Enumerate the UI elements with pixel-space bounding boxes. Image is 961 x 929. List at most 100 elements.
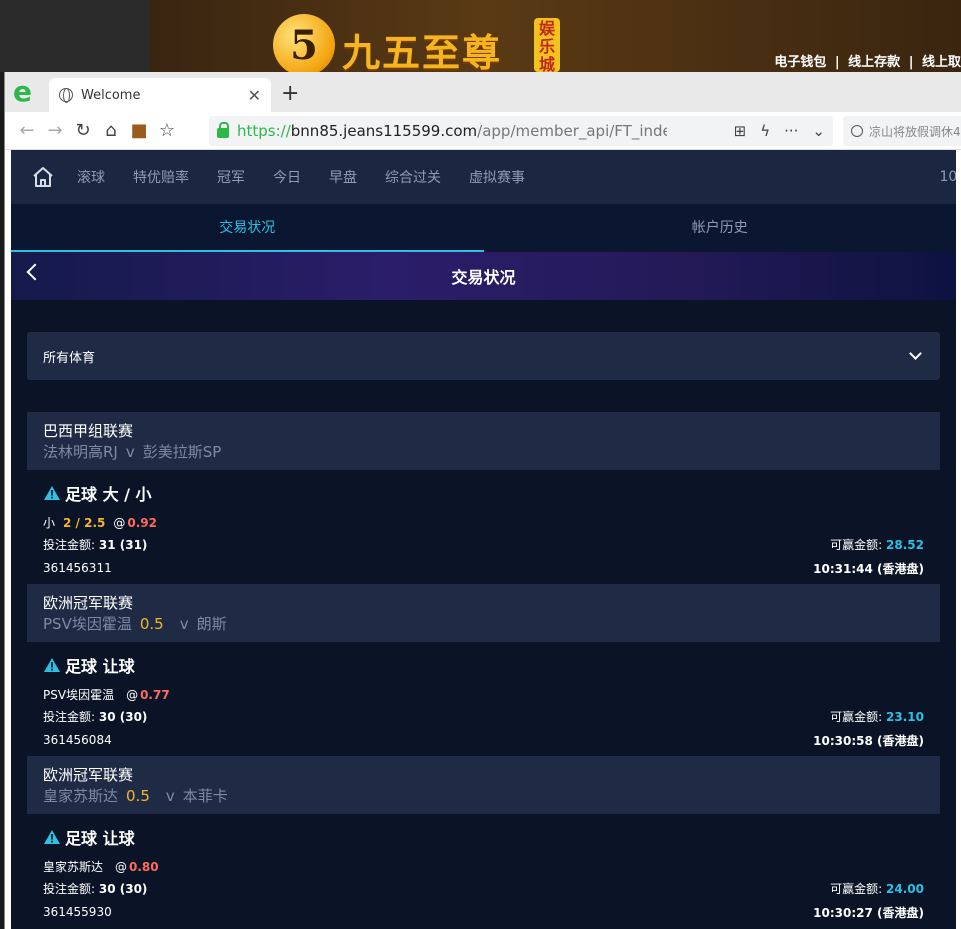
logo-badge-char: 娱 [538,19,555,38]
bet-header: 欧洲冠军联赛 皇家苏斯达 0.5 v 本菲卡 [27,756,940,814]
vs-label: v [125,443,135,461]
nav-item-early[interactable]: 早盘 [329,167,357,187]
bet-body: 足球 让球 PSV埃因霍温 @0.77 投注金额: 30 (30) 可赢金额: 2… [27,642,940,756]
selection: 皇家苏斯达 [43,860,104,874]
tab-transaction-status[interactable]: 交易状况 [11,204,484,252]
home-team: 皇家苏斯达 [43,787,119,805]
selection-line: PSV埃因霍温 @0.77 [43,686,924,704]
at-sign: @ [115,860,128,874]
bet-card: 欧洲冠军联赛 PSV埃因霍温 0.5 v 朗斯 足球 让球 PSV埃因霍温 @0.77 … [27,584,940,756]
browser-window: e Welcome ✕ + ← → ↻ ⌂ ■ ☆ https:// bnn85… [4,72,961,929]
bet-market: 足球 让球 [43,652,924,678]
tab-bar: e Welcome ✕ + [5,72,961,112]
back-icon[interactable]: ← [13,120,41,141]
search-icon [851,125,863,137]
away-team: 朗斯 [196,615,227,633]
handicap: 0.5 [126,787,150,805]
link-deposit[interactable]: 线上存款 [848,55,900,70]
bet-market: 足球 让球 [43,824,924,850]
home-team: 法林明高RJ [43,443,118,461]
title-bar: 交易状况 [11,252,956,300]
browser-logo-icon[interactable]: e [13,78,39,106]
nav-item-outright[interactable]: 冠军 [217,167,245,187]
translate-icon[interactable]: ⊞ [734,122,747,140]
home-icon[interactable] [31,165,55,189]
more-icon[interactable]: ··· [784,122,798,140]
win-label: 可赢金额: [830,881,887,896]
warning-icon [44,658,60,672]
logo-digit: 5 [290,21,318,69]
win-label: 可赢金额: [830,537,887,552]
bet-card: 巴西甲组联赛 法林明高RJ v 彭美拉斯SP 足球 大 / 小 小 2 / 2.5 @0… [27,412,940,584]
bet-list: 巴西甲组联赛 法林明高RJ v 彭美拉斯SP 足球 大 / 小 小 2 / 2.5 @0… [27,412,940,928]
match-teams: 法林明高RJ v 彭美拉斯SP [43,442,924,462]
link-withdraw[interactable]: 线上取 [922,55,961,70]
ticket-id: 361456311 [43,561,112,575]
nav-item-special-odds[interactable]: 特优赔率 [133,167,189,187]
handicap: 0.5 [139,615,164,633]
tab-title: Welcome [81,87,141,103]
ticket-row: 361456311 10:31:44 (香港盘) [43,556,924,580]
at-sign: @ [126,688,139,702]
market-name: 足球 让球 [65,657,135,676]
vs-label: v [179,615,189,633]
ticket-id: 361456084 [43,733,112,747]
nav-item-parlay[interactable]: 综合过关 [385,167,441,187]
win-amount: 23.10 [886,709,924,724]
home-team: PSV埃因霍温 [43,615,132,633]
chevron-down-icon[interactable]: ⌄ [812,122,825,140]
close-icon[interactable]: ✕ [248,86,261,105]
league-name: 巴西甲组联赛 [43,422,134,440]
bet-time: 10:30:27 (香港盘) [813,905,924,920]
browser-search-input[interactable]: 凉山将放假调休4 [843,116,961,146]
back-arrow-icon[interactable] [26,263,44,281]
league-name: 欧洲冠军联赛 [43,594,134,612]
sport-filter-select[interactable]: 所有体育 [27,332,940,380]
top-links: 电子钱包 | 线上存款 | 线上取 [770,51,961,70]
ticket-id: 361455930 [43,905,112,919]
url-host: bnn85.jeans115599.com [290,122,478,140]
sub-tabs: 交易状况 帐户历史 [11,204,956,252]
search-placeholder: 凉山将放假调休4 [869,124,961,139]
nav-item-inplay[interactable]: 滚球 [77,167,105,187]
url-field[interactable]: https:// bnn85.jeans115599.com /app/memb… [209,116,833,146]
lock-icon [217,122,229,138]
browser-tab[interactable]: Welcome ✕ [49,78,271,112]
bet-body: 足球 让球 皇家苏斯达 @0.80 投注金额: 30 (30) 可赢金额: 24.… [27,814,940,928]
selection: 小 [43,516,56,530]
match-teams: PSV埃因霍温 0.5 v 朗斯 [43,614,924,634]
home-browser-icon[interactable]: ⌂ [97,120,125,141]
stake-amount: 30 (30) [98,709,148,724]
match-teams: 皇家苏斯达 0.5 v 本菲卡 [43,786,924,806]
page-content: 滚球 特优赔率 冠军 今日 早盘 综合过关 虚拟赛事 10: 交易状况 帐户历史… [11,150,956,929]
favorites-icon[interactable]: ☆ [153,120,181,141]
chevron-down-icon [909,347,922,360]
globe-icon [59,88,73,103]
address-bar: ← → ↻ ⌂ ■ ☆ https:// bnn85.jeans115599.c… [5,112,961,150]
nav-item-today[interactable]: 今日 [273,167,301,187]
new-tab-icon[interactable]: + [281,81,299,106]
refresh-icon[interactable]: ↻ [69,120,97,141]
link-separator: | [908,55,914,70]
stake-row: 投注金额: 31 (31) 可赢金额: 28.52 [43,532,924,556]
url-path: /app/member_api/FT_index.php?mt [477,122,668,140]
briefcase-icon[interactable]: ■ [125,120,153,141]
page-title: 交易状况 [451,268,516,287]
lightning-icon[interactable]: ϟ [760,122,770,140]
win-amount: 28.52 [886,537,924,552]
stake-row: 投注金额: 30 (30) 可赢金额: 23.10 [43,704,924,728]
bet-card: 欧洲冠军联赛 皇家苏斯达 0.5 v 本菲卡 足球 让球 皇家苏斯达 @0.80 投注金… [27,756,940,928]
tab-account-history[interactable]: 帐户历史 [484,204,957,252]
stake-amount: 30 (30) [98,881,148,896]
selection-line: 皇家苏斯达 @0.80 [43,858,924,876]
nav-item-virtual[interactable]: 虚拟赛事 [469,167,525,187]
link-wallet[interactable]: 电子钱包 [774,55,826,70]
odds: 0.80 [129,860,159,874]
clock: 10: [939,169,956,185]
forward-icon[interactable]: → [41,120,69,141]
bet-header: 巴西甲组联赛 法林明高RJ v 彭美拉斯SP [27,412,940,470]
bet-body: 足球 大 / 小 小 2 / 2.5 @0.92 投注金额: 31 (31) 可赢金… [27,470,940,584]
win-amount: 24.00 [886,881,924,896]
ticket-row: 361455930 10:30:27 (香港盘) [43,900,924,924]
stake-label: 投注金额: [43,881,99,896]
